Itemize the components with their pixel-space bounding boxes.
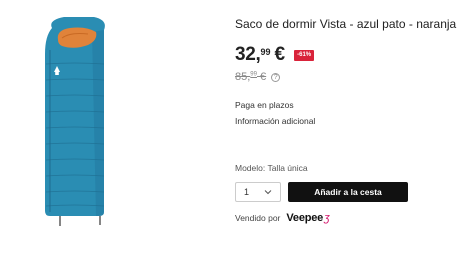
add-to-cart-button[interactable]: Añadir a la cesta <box>288 182 408 202</box>
discount-badge: -61% <box>294 50 315 61</box>
installments-link[interactable]: Paga en plazos <box>235 100 294 110</box>
price-integer: 32, <box>235 44 261 65</box>
product-title: Saco de dormir Vista - azul pato - naran… <box>235 17 457 31</box>
current-price: 32, 99 € -61% <box>235 44 315 66</box>
old-price-row: 85,99 € ? <box>235 71 281 83</box>
price-decimal: 99 <box>260 47 271 57</box>
old-price-decimal: 99 <box>250 71 257 78</box>
price-currency: € <box>274 44 286 65</box>
quantity-value: 1 <box>244 187 250 197</box>
veepee-mark-icon: ʒ <box>324 212 330 224</box>
veepee-logo[interactable]: Veepee <box>286 212 323 224</box>
sleeping-bag-image <box>45 17 105 226</box>
help-icon[interactable]: ? <box>271 72 281 82</box>
quantity-select[interactable]: 1 <box>235 182 281 202</box>
old-price-integer: 85, <box>235 71 251 83</box>
model-label: Modelo: Talla única <box>235 163 308 173</box>
sold-by-label: Vendido por <box>235 213 281 223</box>
chevron-down-icon <box>264 190 272 195</box>
additional-info-link[interactable]: Información adicional <box>235 116 315 126</box>
sold-by: Vendido por Veepee ʒ <box>235 212 330 224</box>
product-image <box>38 14 116 230</box>
old-price: 85,99 € <box>235 71 266 83</box>
old-price-currency: € <box>260 71 267 83</box>
